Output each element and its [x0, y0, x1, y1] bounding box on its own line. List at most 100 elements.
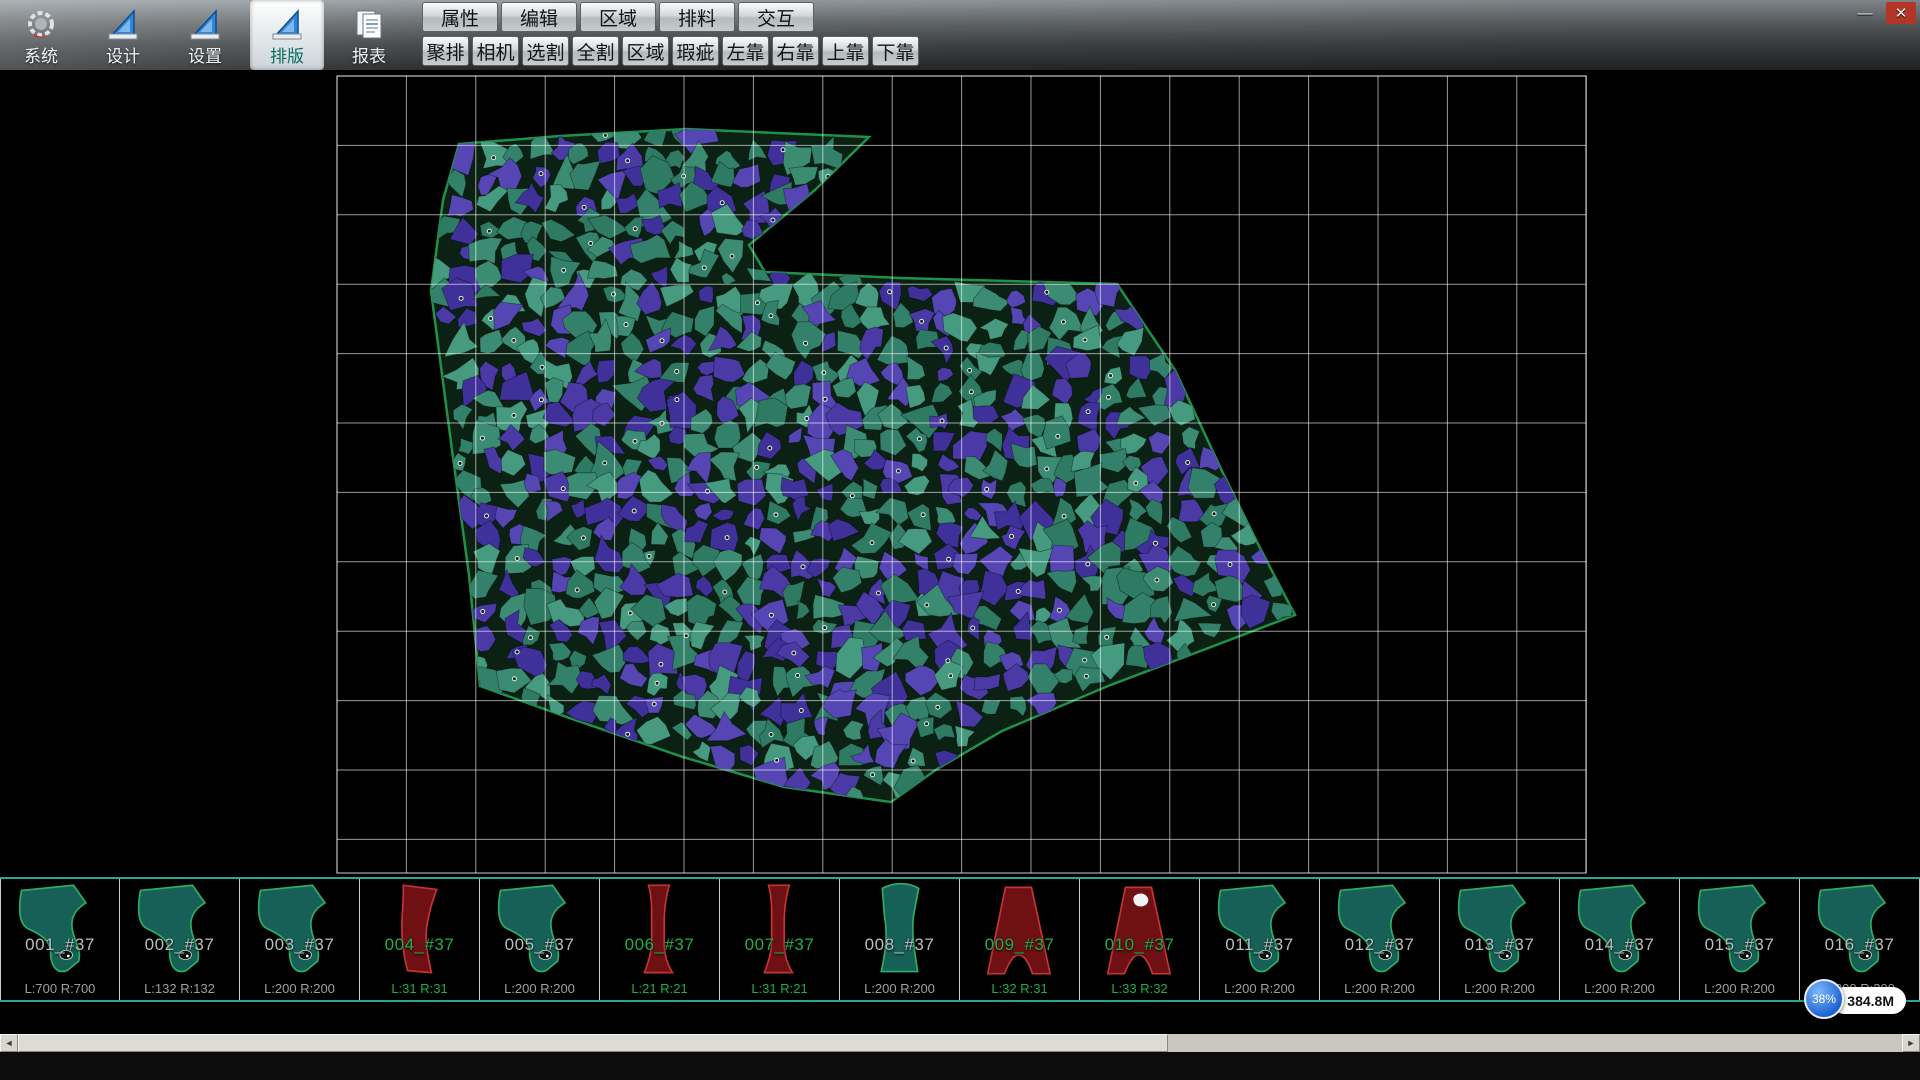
- part-id-label: 015_#37: [1680, 935, 1799, 955]
- tool-button-snap-left[interactable]: 左靠: [722, 36, 769, 66]
- menu-tab-nesting[interactable]: 排料: [659, 2, 735, 32]
- part-lr-label: L:200 R:200: [240, 981, 359, 996]
- menu-tab-region[interactable]: 区域: [580, 2, 656, 32]
- part-id-label: 006_#37: [600, 935, 719, 955]
- menu-tabs: 属性编辑区域排料交互: [422, 2, 814, 32]
- design-icon: [102, 3, 144, 47]
- nav-button-label: 报表: [352, 47, 386, 67]
- part-shape-icon: [1448, 880, 1552, 980]
- window-controls: — ✕: [1850, 2, 1916, 24]
- part-id-label: 012_#37: [1320, 935, 1439, 955]
- part-lr-label: L:32 R:31: [960, 981, 1079, 996]
- part-id-label: 002_#37: [120, 935, 239, 955]
- part-lr-label: L:200 R:200: [840, 981, 959, 996]
- tools-row: 聚排相机选割全割区域瑕疵左靠右靠上靠下靠: [422, 36, 919, 66]
- scroll-left-arrow-icon[interactable]: ◄: [0, 1034, 18, 1052]
- part-thumbnail-10[interactable]: 010_#37 L:33 R:32: [1080, 879, 1200, 1000]
- tool-button-defect[interactable]: 瑕疵: [672, 36, 719, 66]
- part-thumbnail-6[interactable]: 006_#37 L:21 R:21: [600, 879, 720, 1000]
- system-icon: [20, 3, 62, 47]
- part-lr-label: L:200 R:200: [1200, 981, 1319, 996]
- part-shape-icon: [1328, 880, 1432, 980]
- settings-icon: [184, 3, 226, 47]
- part-id-label: 014_#37: [1560, 935, 1679, 955]
- part-shape-icon: [1208, 880, 1312, 980]
- part-lr-label: L:31 R:31: [360, 981, 479, 996]
- part-id-label: 013_#37: [1440, 935, 1559, 955]
- scroll-right-arrow-icon[interactable]: ►: [1902, 1034, 1920, 1052]
- part-id-label: 004_#37: [360, 935, 479, 955]
- part-id-label: 010_#37: [1080, 935, 1199, 955]
- part-thumbnail-12[interactable]: 012_#37 L:200 R:200: [1320, 879, 1440, 1000]
- part-shape-icon: [1568, 880, 1672, 980]
- part-shape-icon: [968, 880, 1072, 980]
- parts-strip: 001_#37L:700 R:700002_#37L:132 R:132003_…: [0, 877, 1920, 1002]
- top-toolbar: 系统设计设置排版报表 属性编辑区域排料交互 聚排相机选割全割区域瑕疵左靠右靠上靠…: [0, 0, 1920, 70]
- tool-button-cluster-nest[interactable]: 聚排: [422, 36, 469, 66]
- part-id-label: 005_#37: [480, 935, 599, 955]
- part-shape-icon: [1808, 880, 1912, 980]
- part-shape-icon: [728, 880, 832, 980]
- menu-tab-edit[interactable]: 编辑: [501, 2, 577, 32]
- part-thumbnail-2[interactable]: 002_#37L:132 R:132: [120, 879, 240, 1000]
- part-thumbnail-7[interactable]: 007_#37 L:31 R:21: [720, 879, 840, 1000]
- part-thumbnail-9[interactable]: 009_#37 L:32 R:31: [960, 879, 1080, 1000]
- tool-button-select-cut[interactable]: 选割: [522, 36, 569, 66]
- tool-button-camera[interactable]: 相机: [472, 36, 519, 66]
- horizontal-scrollbar[interactable]: ◄ ►: [0, 1034, 1920, 1052]
- part-thumbnail-3[interactable]: 003_#37 L:200 R:200: [240, 879, 360, 1000]
- tool-button-region-tool[interactable]: 区域: [622, 36, 669, 66]
- part-id-label: 008_#37: [840, 935, 959, 955]
- nav-button-design[interactable]: 设计: [86, 0, 160, 70]
- tool-button-snap-top[interactable]: 上靠: [822, 36, 869, 66]
- part-thumbnail-8[interactable]: 008_#37 L:200 R:200: [840, 879, 960, 1000]
- part-thumbnail-4[interactable]: 004_#37 L:31 R:31: [360, 879, 480, 1000]
- part-lr-label: L:200 R:200: [1560, 981, 1679, 996]
- part-lr-label: L:21 R:21: [600, 981, 719, 996]
- part-lr-label: L:200 R:200: [1680, 981, 1799, 996]
- part-thumbnail-5[interactable]: 005_#37L:200 R:200: [480, 879, 600, 1000]
- nest-canvas-svg[interactable]: [0, 70, 1920, 877]
- part-shape-icon: [368, 880, 472, 980]
- nav-button-label: 排版: [270, 47, 304, 67]
- nesting-workspace: [0, 70, 1920, 877]
- scroll-thumb[interactable]: [18, 1034, 1168, 1052]
- part-id-label: 009_#37: [960, 935, 1079, 955]
- menu-tab-properties[interactable]: 属性: [422, 2, 498, 32]
- application-window: 系统设计设置排版报表 属性编辑区域排料交互 聚排相机选割全割区域瑕疵左靠右靠上靠…: [0, 0, 1920, 1080]
- close-button[interactable]: ✕: [1886, 2, 1916, 24]
- tool-button-snap-right[interactable]: 右靠: [772, 36, 819, 66]
- part-id-label: 001_#37: [1, 935, 119, 955]
- part-shape-icon: [128, 880, 232, 980]
- part-lr-label: L:33 R:32: [1080, 981, 1199, 996]
- nav-button-settings[interactable]: 设置: [168, 0, 242, 70]
- part-thumbnail-11[interactable]: 011_#37L:200 R:200: [1200, 879, 1320, 1000]
- part-shape-icon: [608, 880, 712, 980]
- nav-button-report[interactable]: 报表: [332, 0, 406, 70]
- nav-button-label: 设计: [106, 47, 140, 67]
- part-id-label: 007_#37: [720, 935, 839, 955]
- part-thumbnail-13[interactable]: 013_#37L:200 R:200: [1440, 879, 1560, 1000]
- nav-button-label: 系统: [24, 47, 58, 67]
- part-id-label: 016_#37: [1800, 935, 1919, 955]
- report-icon: [348, 3, 390, 47]
- part-lr-label: L:200 R:200: [1320, 981, 1439, 996]
- part-thumbnail-15[interactable]: 015_#37 L:200 R:200: [1680, 879, 1800, 1000]
- part-thumbnail-14[interactable]: 014_#37 L:200 R:200: [1560, 879, 1680, 1000]
- part-shape-icon: [248, 880, 352, 980]
- minimize-button[interactable]: —: [1850, 2, 1880, 24]
- part-shape-icon: [1688, 880, 1792, 980]
- part-lr-label: L:31 R:21: [720, 981, 839, 996]
- nav-button-layout[interactable]: 排版: [250, 0, 324, 70]
- part-shape-icon: [848, 880, 952, 980]
- nav-buttons: 系统 设计 设置排版 报表: [4, 0, 406, 70]
- part-id-label: 003_#37: [240, 935, 359, 955]
- nav-button-system[interactable]: 系统: [4, 0, 78, 70]
- part-thumbnail-1[interactable]: 001_#37L:700 R:700: [0, 879, 120, 1000]
- part-shape-icon: [9, 880, 113, 980]
- menu-tab-interactive[interactable]: 交互: [738, 2, 814, 32]
- tool-button-snap-bottom[interactable]: 下靠: [872, 36, 919, 66]
- progress-badge[interactable]: 38%: [1804, 979, 1844, 1019]
- part-shape-icon: [1088, 880, 1192, 980]
- tool-button-cut-all[interactable]: 全割: [572, 36, 619, 66]
